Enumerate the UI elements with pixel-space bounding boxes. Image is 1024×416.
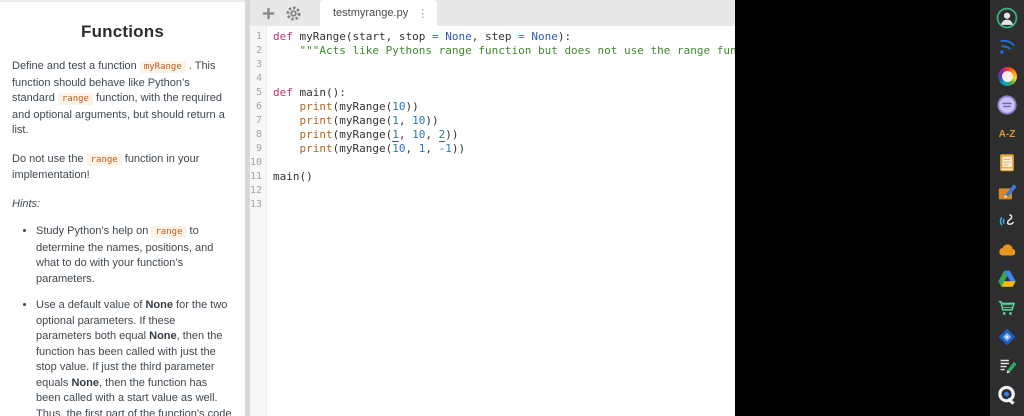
color-wheel-icon[interactable] (996, 65, 1018, 87)
line-numbers: 1 2 3 4 5 6 7 8 9 10 11 12 13 (250, 26, 268, 416)
add-file-button[interactable] (258, 3, 278, 23)
cloud-icon[interactable] (996, 239, 1018, 261)
hints-list: Study Python’s help on range to determin… (12, 224, 233, 416)
tab-label: testmyrange.py (333, 7, 409, 19)
hint-item-2: Use a default value of None for the two … (36, 298, 233, 416)
wifi-signal-icon[interactable] (996, 36, 1018, 58)
edit-box-icon[interactable] (996, 181, 1018, 203)
code-lines[interactable]: def myRange(start, stop = None, step = N… (267, 26, 796, 416)
hints-label: Hints: (12, 197, 41, 210)
shopping-cart-icon[interactable] (996, 297, 1018, 319)
document-edit-icon[interactable] (996, 355, 1018, 377)
signature-waves-icon[interactable] (996, 210, 1018, 232)
gear-icon (285, 5, 301, 21)
page-title: Functions (80, 22, 164, 41)
taskbar: A-Z (990, 0, 1024, 416)
desktop-background (735, 0, 1024, 416)
plus-icon (262, 7, 274, 19)
settings-button[interactable] (283, 3, 303, 23)
code-area: 1 2 3 4 5 6 7 8 9 10 11 12 13 def myRange(start, sto… (250, 26, 796, 416)
app-root: Functions Define and test a function myR… (0, 0, 1024, 416)
tab-testmyrange[interactable]: testmyrange.py ⋮ (320, 0, 438, 26)
drive-triangle-icon[interactable] (996, 268, 1018, 290)
q-logo-icon[interactable] (996, 384, 1018, 406)
instructions-panel: Functions Define and test a function myR… (0, 0, 245, 416)
notebook-icon[interactable] (996, 152, 1018, 174)
blue-diamond-icon[interactable] (996, 326, 1018, 348)
tab-menu-icon[interactable]: ⋮ (417, 7, 428, 20)
code-editor: testmyrange.py ⋮ 1 2 3 4 5 6 7 8 9 10 11 12 13 def m… (250, 0, 796, 416)
instructions-paragraph-1: Define and test a function myRange . Thi… (12, 60, 225, 136)
purple-badge-icon[interactable] (996, 94, 1018, 116)
az-sort-icon[interactable]: A-Z (996, 123, 1018, 145)
instructions-paragraph-2: Do not use the range function in your im… (12, 152, 200, 182)
editor-tab-bar: testmyrange.py ⋮ (250, 0, 735, 26)
hint-item-1: Study Python’s help on range to determin… (36, 224, 233, 287)
user-avatar-icon[interactable] (996, 7, 1018, 29)
